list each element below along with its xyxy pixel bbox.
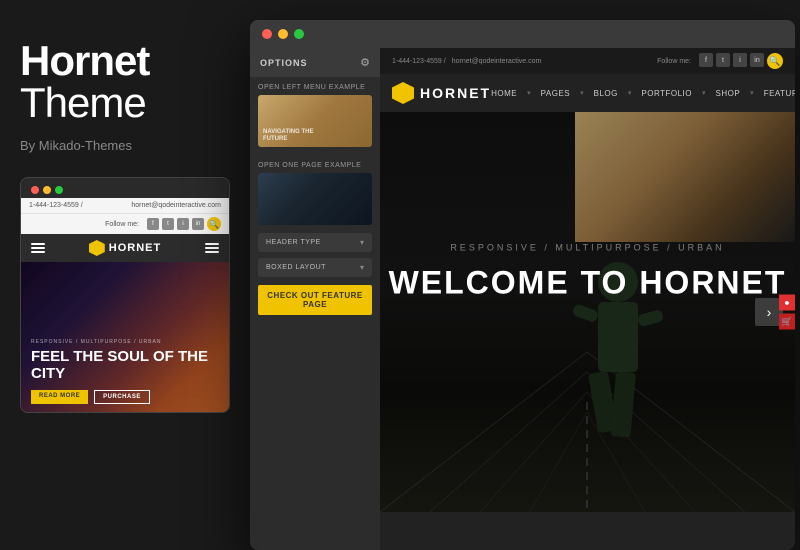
mobile-window-dots (31, 186, 63, 194)
theme-author: By Mikado-Themes (20, 138, 220, 153)
nav-link-blog[interactable]: BLOG (594, 89, 618, 98)
browser-dot-red (262, 29, 272, 39)
mobile-hero-buttons: READ MORE PURCHASE (31, 390, 150, 404)
mobile-nav-bar: HORNET (21, 234, 229, 262)
site-linkedin-icon[interactable]: in (750, 53, 764, 67)
site-follow-bar: Follow me: f t i in 🔍 (657, 53, 783, 69)
social-icons-row: f t i in 🔍 (147, 217, 221, 231)
nav-link-shop[interactable]: SHOP (716, 89, 741, 98)
logo-hex-icon (89, 240, 105, 256)
site-nav-links: HOME ▾ PAGES ▾ BLOG ▾ PORTFOLIO ▾ SHOP ▾… (491, 89, 795, 98)
site-phone: 1-444-123-4559 / (392, 58, 446, 65)
website-preview: 1-444-123-4559 / hornet@qodeinteractive.… (380, 48, 795, 550)
mobile-tagline: RESPONSIVE / MULTIPURPOSE / URBAN (31, 339, 229, 345)
dot-red (31, 186, 39, 194)
gear-icon[interactable]: ⚙ (360, 56, 370, 69)
one-page-preview[interactable] (258, 173, 372, 225)
theme-title-bold: Hornet (20, 40, 220, 82)
read-more-button[interactable]: READ MORE (31, 390, 88, 404)
site-search-icon[interactable]: 🔍 (767, 53, 783, 69)
dot-yellow (43, 186, 51, 194)
browser-title-bar (250, 20, 795, 48)
hero-side-buttons: ● 🛒 (779, 295, 795, 330)
red-button-top[interactable]: ● (779, 295, 795, 311)
mobile-logo-text: HORNET (109, 242, 161, 254)
main-browser-window: OPTIONS ⚙ OPEN LEFT MENU EXAMPLE NAVIGAT… (250, 20, 795, 550)
boxed-layout-dropdown[interactable]: BOXED LAYOUT ▾ (258, 258, 372, 277)
site-logo-hex-icon (392, 82, 414, 104)
site-logo: HORNET (392, 82, 491, 104)
hero-main-title: WELCOME TO HORNET (389, 265, 787, 302)
mobile-hero: RESPONSIVE / MULTIPURPOSE / URBAN FEEL T… (21, 262, 229, 412)
boxed-layout-label: BOXED LAYOUT (266, 264, 326, 271)
instagram-icon: i (177, 218, 189, 230)
hero-shoe-image (575, 112, 795, 242)
dot-green (55, 186, 63, 194)
site-logo-text: HORNET (420, 85, 491, 101)
header-type-dropdown[interactable]: HEADER TYPE ▾ (258, 233, 372, 252)
follow-label: Follow me: (105, 221, 139, 228)
site-facebook-icon[interactable]: f (699, 53, 713, 67)
nav-link-home[interactable]: HOME (491, 89, 517, 98)
browser-dot-yellow (278, 29, 288, 39)
site-instagram-icon[interactable]: i (733, 53, 747, 67)
mobile-email: hornet@qodeinteractive.com (131, 202, 221, 209)
hamburger-icon-left[interactable] (31, 243, 45, 253)
site-follow-label: Follow me: (657, 58, 691, 65)
site-twitter-icon[interactable]: t (716, 53, 730, 67)
site-top-bar: 1-444-123-4559 / hornet@qodeinteractive.… (380, 48, 795, 74)
site-social-icons: f t i in 🔍 (699, 53, 783, 69)
mobile-titlebar (21, 178, 229, 198)
site-nav-bar: HORNET HOME ▾ PAGES ▾ BLOG ▾ PORTFOLIO ▾… (380, 74, 795, 112)
mobile-info-bar: 1-444-123-4559 / hornet@qodeinteractive.… (21, 198, 229, 213)
theme-title-light: Theme (20, 82, 220, 124)
open-one-page-label: OPEN ONE PAGE EXAMPLE (250, 155, 380, 173)
mobile-logo: HORNET (89, 240, 161, 256)
red-button-bottom[interactable]: 🛒 (779, 314, 795, 330)
open-left-menu-label: OPEN LEFT MENU EXAMPLE (250, 77, 380, 95)
hamburger-icon-right[interactable] (205, 243, 219, 253)
browser-dot-green (294, 29, 304, 39)
left-panel: Hornet Theme By Mikado-Themes 1-444-123-… (0, 0, 240, 550)
checkout-feature-button[interactable]: CHECK OUT FEATURE PAGE (258, 285, 372, 315)
options-panel: OPTIONS ⚙ OPEN LEFT MENU EXAMPLE NAVIGAT… (250, 48, 380, 550)
one-page-preview-img (258, 173, 372, 225)
mobile-preview-card: 1-444-123-4559 / hornet@qodeinteractive.… (20, 177, 230, 413)
mobile-hero-title: FEEL THE SOUL OF THE CITY (31, 349, 229, 382)
twitter-icon: t (162, 218, 174, 230)
facebook-icon: f (147, 218, 159, 230)
options-header: OPTIONS ⚙ (250, 48, 380, 77)
chevron-down-icon: ▾ (360, 238, 364, 247)
nav-link-pages[interactable]: PAGES (541, 89, 570, 98)
left-menu-preview-img: NAVIGATING THEFUTURE (258, 95, 372, 147)
preview1-overlay-text: NAVIGATING THEFUTURE (263, 129, 313, 143)
header-type-label: HEADER TYPE (266, 239, 321, 246)
hero-tagline: RESPONSIVE / MULTIPURPOSE / URBAN (389, 243, 787, 253)
browser-content: OPTIONS ⚙ OPEN LEFT MENU EXAMPLE NAVIGAT… (250, 48, 795, 550)
options-label: OPTIONS (260, 58, 308, 68)
purchase-button[interactable]: PURCHASE (94, 390, 150, 404)
nav-link-features[interactable]: FEATURES (764, 89, 795, 98)
left-menu-preview[interactable]: NAVIGATING THEFUTURE (258, 95, 372, 147)
site-hero-section: RESPONSIVE / MULTIPURPOSE / URBAN WELCOM… (380, 112, 795, 512)
mobile-phone: 1-444-123-4559 / (29, 202, 83, 209)
linkedin-icon: in (192, 218, 204, 230)
site-contact-info: 1-444-123-4559 / hornet@qodeinteractive.… (392, 58, 541, 65)
mobile-follow-bar: Follow me: f t i in 🔍 (21, 213, 229, 234)
site-email: hornet@qodeinteractive.com (452, 58, 542, 65)
search-icon-yellow[interactable]: 🔍 (207, 217, 221, 231)
mobile-hero-text: RESPONSIVE / MULTIPURPOSE / URBAN FEEL T… (31, 339, 229, 382)
hero-center-content: RESPONSIVE / MULTIPURPOSE / URBAN WELCOM… (389, 243, 787, 302)
nav-link-portfolio[interactable]: PORTFOLIO (641, 89, 692, 98)
chevron-down-icon-2: ▾ (360, 263, 364, 272)
